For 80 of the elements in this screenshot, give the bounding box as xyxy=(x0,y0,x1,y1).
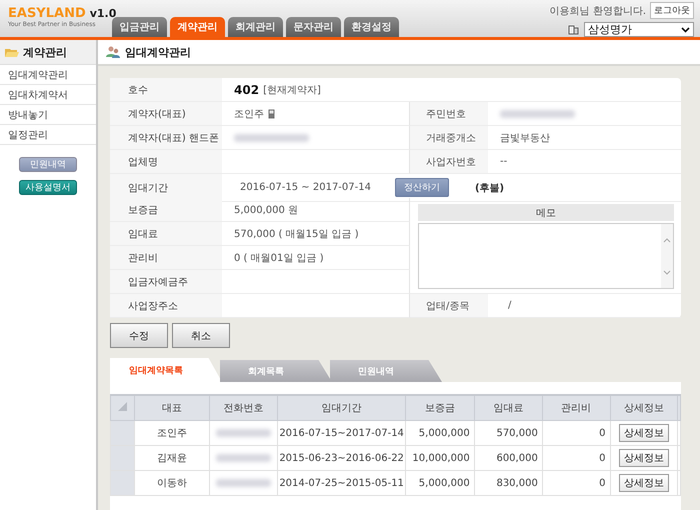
blurred-value xyxy=(216,429,272,437)
table-cell: 조인주 xyxy=(134,420,210,446)
field-label: 관리비 xyxy=(110,246,222,270)
sidebar-item[interactable]: 임대차계약서 xyxy=(0,85,96,105)
page-title: 임대계약관리 xyxy=(125,44,191,60)
table-cell: 5,000,000 xyxy=(405,470,474,496)
building-select[interactable]: 삼성명가 xyxy=(584,22,694,37)
column-header: 상세정보 xyxy=(610,395,678,420)
field-label: 업체명 xyxy=(110,150,222,174)
memo-field[interactable] xyxy=(418,223,674,289)
column-header: 전화번호 xyxy=(209,395,278,420)
field-value: 5,000,000 원 xyxy=(234,204,298,216)
detail-button[interactable]: 상세정보 xyxy=(618,474,669,492)
table-cell: 600,000 xyxy=(474,446,542,470)
sidebar-item[interactable]: 방내놓기 xyxy=(0,105,96,125)
blurred-value xyxy=(216,454,272,462)
table-cell: 0 xyxy=(542,470,610,496)
sidebar-item[interactable]: 임대계약관리 xyxy=(0,65,96,85)
column-header: 임대료 xyxy=(474,395,542,420)
action-button[interactable]: 취소 xyxy=(172,323,230,348)
field-label: 계약자(대표) 핸드폰 xyxy=(110,126,222,150)
payment-note: (후불) xyxy=(474,182,504,194)
table-cell: 0 xyxy=(542,420,610,446)
sidebar-item[interactable]: 일정관리 xyxy=(0,125,96,145)
table-cell: 10,000,000 xyxy=(405,446,474,470)
folder-icon xyxy=(5,46,19,58)
table-cell: 2016-07-15~2017-07-14 xyxy=(278,420,406,446)
field-label: 계약자(대표) xyxy=(110,102,222,126)
detail-button[interactable]: 상세정보 xyxy=(618,449,669,467)
detail-button[interactable]: 상세정보 xyxy=(618,424,669,442)
logout-button[interactable]: 로그아웃 xyxy=(650,2,694,19)
table-cell: 2015-06-23~2016-06-22 xyxy=(278,446,406,470)
nav-tab[interactable]: 입금관리 xyxy=(112,17,167,37)
action-button[interactable]: 수정 xyxy=(110,323,168,348)
list-tab[interactable]: 임대계약목록 xyxy=(110,358,222,382)
scroll-down-icon[interactable] xyxy=(663,270,671,274)
field-label: 호수 xyxy=(110,78,222,102)
column-header: 관리비 xyxy=(542,395,610,420)
memo-title: 메모 xyxy=(418,204,674,221)
field-label: 임대료 xyxy=(110,222,222,246)
field-value: 570,000 ( 매월15일 입금 ) xyxy=(234,228,359,240)
nav-tab[interactable]: 환경설정 xyxy=(344,17,399,37)
field-value: -- xyxy=(500,156,508,167)
welcome-text: 이용희님 환영합니다. xyxy=(550,4,646,18)
field-value: 0 ( 매월01일 입금 ) xyxy=(234,252,324,264)
field-label: 입금자예금주 xyxy=(110,270,222,294)
blurred-value xyxy=(216,479,272,487)
status-text: [현재계약자] xyxy=(263,84,321,96)
table-cell: 이동하 xyxy=(134,470,210,496)
chevron-down-icon xyxy=(681,26,690,32)
building-icon xyxy=(568,24,579,35)
corner-icon xyxy=(118,402,128,411)
field-value: 2016-07-15 ~ 2017-07-14 xyxy=(240,182,371,193)
column-header: 임대기간 xyxy=(278,395,406,420)
unit-number: 402 xyxy=(234,82,260,96)
table-cell: 김재윤 xyxy=(134,446,210,470)
column-header: 대표 xyxy=(134,395,210,420)
field-label: 거래중개소 xyxy=(410,126,488,150)
field-label: 업태/종목 xyxy=(410,294,488,318)
table-cell: 570,000 xyxy=(474,420,542,446)
field-value: 조인주 xyxy=(234,108,264,120)
column-header: 보증금 xyxy=(405,395,474,420)
field-label: 주민번호 xyxy=(410,102,488,126)
table-cell: 2014-07-25~2015-05-11 xyxy=(278,470,406,496)
logo-text: EASYLAND xyxy=(8,6,86,21)
field-value: 금빛부동산 xyxy=(500,132,550,144)
table-cell: 5,000,000 xyxy=(405,420,474,446)
field-value: / xyxy=(508,300,512,311)
sidebar-button[interactable]: 사용설명서 xyxy=(19,180,77,195)
field-label: 사업자번호 xyxy=(410,150,488,174)
version-label: v1.0 xyxy=(90,7,116,20)
scroll-up-icon[interactable] xyxy=(663,238,671,242)
field-label: 보증금 xyxy=(110,198,222,222)
nav-tab[interactable]: 회계관리 xyxy=(228,17,283,37)
field-label: 사업장주소 xyxy=(110,294,222,318)
table-cell: 0 xyxy=(542,446,610,470)
sidebar-title: 계약관리 xyxy=(23,44,67,60)
nav-tab[interactable]: 문자관리 xyxy=(286,17,341,37)
table-cell: 830,000 xyxy=(474,470,542,496)
users-icon xyxy=(106,46,120,58)
